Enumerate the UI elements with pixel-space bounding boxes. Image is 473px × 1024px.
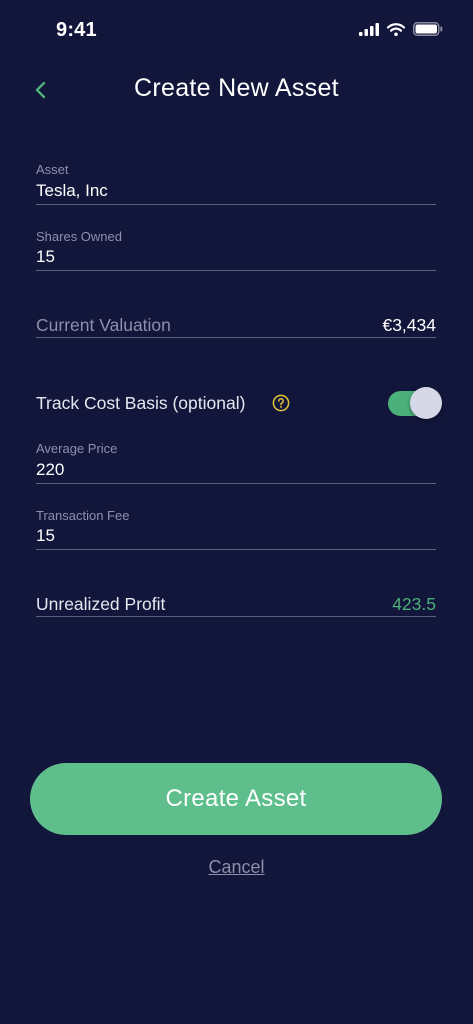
average-price-label: Average Price — [36, 441, 118, 456]
current-valuation-label: Current Valuation — [36, 315, 171, 335]
asset-value[interactable]: Tesla, Inc — [36, 181, 108, 201]
shares-owned-label: Shares Owned — [36, 229, 122, 244]
transaction-fee-field[interactable]: Transaction Fee 15 — [36, 508, 436, 550]
track-cost-basis-row: Track Cost Basis (optional) — [36, 387, 442, 420]
status-time: 9:41 — [56, 19, 97, 41]
current-valuation-value: €3,434 — [382, 315, 436, 335]
unrealized-profit-label: Unrealized Profit — [36, 594, 166, 614]
asset-field[interactable]: Asset Tesla, Inc — [36, 162, 436, 205]
status-icons — [359, 22, 443, 36]
average-price-value[interactable]: 220 — [36, 460, 64, 480]
shares-owned-value[interactable]: 15 — [36, 247, 55, 267]
track-cost-basis-label: Track Cost Basis (optional) — [36, 393, 246, 413]
battery-icon — [413, 22, 443, 36]
status-bar: 9:41 — [0, 0, 473, 60]
question-circle-icon[interactable] — [272, 394, 290, 412]
create-asset-button[interactable]: Create Asset — [30, 763, 442, 835]
asset-label: Asset — [36, 162, 69, 177]
cellular-signal-icon — [359, 22, 379, 36]
shares-owned-field[interactable]: Shares Owned 15 — [36, 229, 436, 271]
transaction-fee-value[interactable]: 15 — [36, 526, 55, 546]
unrealized-profit-value: 423.5 — [392, 594, 436, 614]
transaction-fee-label: Transaction Fee — [36, 508, 130, 523]
toggle-knob — [410, 387, 442, 419]
wifi-icon — [387, 22, 405, 36]
cancel-link[interactable]: Cancel — [0, 857, 473, 878]
unrealized-profit-row: Unrealized Profit 423.5 — [36, 589, 436, 617]
average-price-field[interactable]: Average Price 220 — [36, 441, 436, 484]
current-valuation-row: Current Valuation €3,434 — [36, 310, 436, 338]
page-title: Create New Asset — [134, 74, 339, 102]
nav-bar: Create New Asset — [0, 62, 473, 118]
track-cost-basis-toggle[interactable] — [388, 387, 442, 419]
